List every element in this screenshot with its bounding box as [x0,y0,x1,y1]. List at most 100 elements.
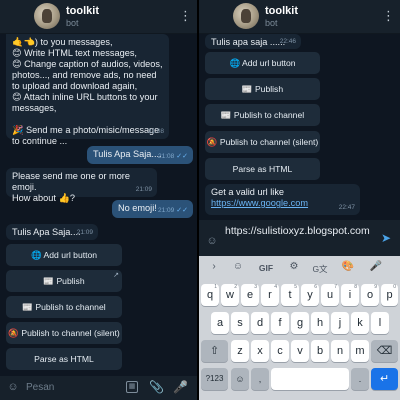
message-input[interactable]: https://sulistioxyz.blogspot.com [225,225,380,238]
key-a[interactable]: a [211,312,229,334]
key-n[interactable]: n [331,340,349,362]
message-incoming: Please send me one or more emoji. How ab… [6,168,157,203]
key-alt: 2 [234,284,237,290]
bot-commands-icon[interactable]: ▦ [126,381,138,393]
publish-to-channel-button[interactable]: 📰 Publish to channel [205,104,320,126]
key-r[interactable]: r4 [261,284,279,306]
key-label: t [288,289,292,301]
key-k[interactable]: k [351,312,369,334]
period-key[interactable]: . [351,368,369,390]
emoji-key[interactable]: ☺ [231,368,249,390]
key-c[interactable]: c [271,340,289,362]
key-alt: 6 [314,284,317,290]
keyboard-toolbar: › ☺ GIF ⚙ G文 🎨 🎤 [199,256,400,280]
publish-to-channel-silent-button[interactable]: 🔕 Publish to channel (silent) [205,131,320,153]
key-label: q [206,289,214,301]
message-input-bar: ☺ Pesan ▦ 📎 🎤 [0,376,197,400]
microphone-icon[interactable]: 🎤 [173,380,188,396]
key-y[interactable]: y6 [301,284,319,306]
publish-to-channel-button[interactable]: 📰 Publish to channel [6,296,122,318]
key-i[interactable]: i8 [341,284,359,306]
chat-header[interactable]: toolkit bot ⋮ [0,0,197,34]
left-chat-pane: toolkit bot ⋮ 🤙👈) to you messages, 😊 Wri… [0,0,197,400]
message-outgoing: No emoji! 21:09 ✓✓ [112,200,193,218]
key-s[interactable]: s [231,312,249,334]
key-label: w [226,289,234,301]
chat-header[interactable]: toolkit bot ⋮ [199,0,400,34]
key-l[interactable]: l [371,312,389,334]
shift-key[interactable]: ⇧ [201,340,228,362]
parse-as-html-button[interactable]: Parse as HTML [6,348,122,370]
key-b[interactable]: b [311,340,329,362]
expand-toolbar-icon[interactable]: › [205,261,223,272]
key-alt: 1 [214,284,217,290]
message-time-wrap: 21:09 ✓✓ [158,205,188,216]
settings-gear-icon[interactable]: ⚙ [285,261,303,272]
add-url-button[interactable]: 🌐 Add url button [6,244,122,266]
publish-label: 📰 Publish [43,276,85,286]
key-alt: 0 [393,284,396,290]
message-input-bar: ☺ https://sulistioxyz.blogspot.com ➤ [199,220,400,256]
send-icon[interactable]: ➤ [379,231,393,245]
key-z[interactable]: z [231,340,249,362]
more-vert-icon[interactable]: ⋮ [382,8,395,24]
chat-title: toolkit [265,5,298,17]
symbols-key[interactable]: ?123 [201,368,228,390]
message-text: No emoji! [118,203,157,213]
key-q[interactable]: q1 [201,284,219,306]
publish-to-channel-silent-button[interactable]: 🔕 Publish to channel (silent) [6,322,122,344]
bot-avatar[interactable] [233,3,259,29]
key-alt: 4 [274,284,277,290]
key-w[interactable]: w2 [221,284,239,306]
publish-button[interactable]: 📰 Publish [205,78,320,100]
url-link[interactable]: https://www.google.com [211,198,308,208]
message-text: Tulis Apa Saja.... [12,227,81,237]
theme-palette-icon[interactable]: 🎨 [339,261,357,272]
voice-input-icon[interactable]: 🎤 [367,261,385,272]
sticker-icon[interactable]: ☺ [205,235,219,249]
message-input[interactable]: Pesan [26,382,54,393]
right-chat-pane: toolkit bot ⋮ Tulis apa saja ...... 22:4… [199,0,400,400]
keyboard-row-2: a s d f g h j k l [199,312,400,336]
chat-title: toolkit [66,5,99,17]
key-u[interactable]: u7 [321,284,339,306]
more-vert-icon[interactable]: ⋮ [179,8,192,24]
message-text: Tulis Apa Saja.... [93,149,162,159]
key-f[interactable]: f [271,312,289,334]
key-o[interactable]: o9 [361,284,379,306]
message-incoming: 🤙👈) to you messages, 😊 Write HTML text m… [6,34,169,146]
backspace-key[interactable]: ⌫ [371,340,398,362]
message-time: 21:09 [76,229,93,236]
key-alt: 7 [334,284,337,290]
comma-key[interactable]: , [251,368,269,390]
key-t[interactable]: t5 [281,284,299,306]
add-url-button[interactable]: 🌐 Add url button [205,52,320,74]
message-time: 22:47 [338,204,355,211]
key-h[interactable]: h [311,312,329,334]
key-m[interactable]: m [351,340,369,362]
key-e[interactable]: e3 [241,284,259,306]
translate-icon[interactable]: G文 [309,263,331,275]
gif-toolbar-button[interactable]: GIF [255,263,277,273]
key-label: e [246,289,254,301]
space-key[interactable] [271,368,349,390]
emoji-toolbar-icon[interactable]: ☺ [229,261,247,272]
key-g[interactable]: g [291,312,309,334]
key-d[interactable]: d [251,312,269,334]
parse-as-html-button[interactable]: Parse as HTML [205,158,320,180]
message-time: 21:08 [157,153,175,160]
key-alt: 8 [354,284,357,290]
sticker-icon[interactable]: ☺ [6,381,20,395]
keyboard-row-4: ?123 ☺ , . ↵ [199,368,400,392]
message-time: 21:09 [135,186,152,193]
key-v[interactable]: v [291,340,309,362]
bot-avatar[interactable] [34,3,60,29]
publish-button[interactable]: 📰 Publish ↗ [6,270,122,292]
message-time: 21:08 [147,128,164,135]
enter-key[interactable]: ↵ [371,368,398,390]
key-j[interactable]: j [331,312,349,334]
paperclip-icon[interactable]: 📎 [149,380,164,396]
share-arrow-icon: ↗ [113,272,119,279]
key-x[interactable]: x [251,340,269,362]
key-p[interactable]: p0 [381,284,398,306]
